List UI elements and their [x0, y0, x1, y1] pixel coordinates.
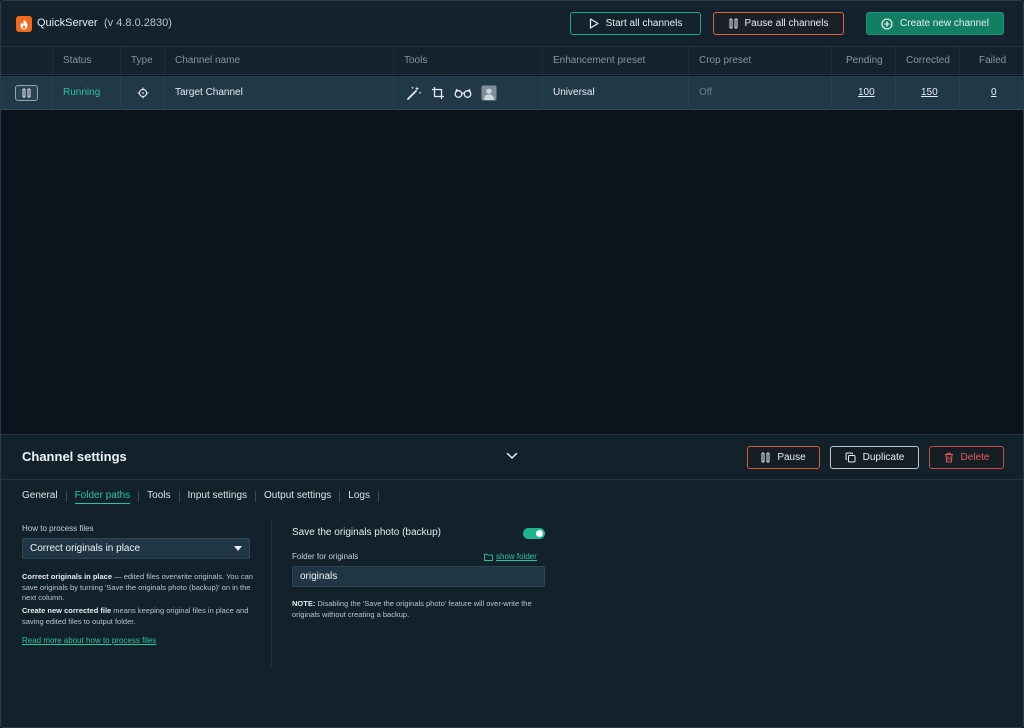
pause-all-label: Pause all channels [744, 18, 829, 29]
row-failed: 0 [959, 76, 1023, 110]
target-icon [137, 87, 148, 99]
row-type [120, 76, 164, 110]
pending-count-link[interactable]: 100 [858, 87, 875, 98]
app-logo-icon [16, 16, 32, 32]
tab-separator [377, 490, 379, 502]
row-crop-preset[interactable]: Off [688, 76, 831, 110]
row-channel-name: Target Channel [164, 76, 393, 110]
column-corrected[interactable]: Corrected [895, 47, 959, 75]
pause-icon [729, 18, 738, 29]
process-files-value: Correct originals in place [30, 543, 141, 554]
tab-general[interactable]: General [22, 488, 58, 504]
tab-separator [339, 490, 341, 502]
row-tools [393, 76, 542, 110]
app-version: (v 4.8.0.2830) [104, 17, 172, 29]
settings-divider [1, 479, 1023, 480]
duplicate-channel-button[interactable]: Duplicate [830, 446, 919, 469]
process-description-1: Correct originals in place — edited file… [22, 572, 254, 604]
top-bar: QuickServer (v 4.8.0.2830) Start all cha… [1, 1, 1023, 47]
column-enhancement-preset[interactable]: Enhancement preset [542, 47, 688, 75]
read-more-link[interactable]: Read more about how to process files [22, 636, 156, 645]
column-crop-preset[interactable]: Crop preset [688, 47, 831, 75]
tab-separator [65, 490, 67, 502]
column-tools[interactable]: Tools [393, 47, 542, 75]
row-pending: 100 [831, 76, 895, 110]
dropdown-arrow-icon [234, 546, 242, 551]
tab-separator [255, 490, 257, 502]
note-bold: NOTE: [292, 599, 316, 608]
delete-label: Delete [960, 452, 990, 463]
settings-tabs: General Folder paths Tools Input setting… [22, 488, 387, 504]
show-folder-label: show folder [496, 552, 537, 561]
copy-icon [845, 452, 856, 463]
duplicate-label: Duplicate [862, 452, 905, 463]
folder-originals-label: Folder for originals [292, 552, 359, 561]
table-row[interactable]: Running Target Channel Universal Off 100… [1, 76, 1023, 110]
create-new-label: Create new channel [900, 18, 989, 29]
note-rest: Disabling the 'Save the originals photo'… [292, 599, 532, 619]
tab-logs[interactable]: Logs [348, 488, 370, 504]
pause-channel-button[interactable]: Pause [747, 446, 820, 469]
process-files-select[interactable]: Correct originals in place [22, 538, 250, 559]
show-folder-link[interactable]: show folder [484, 552, 537, 561]
table-header: Status Type Channel name Tools Enhanceme… [1, 47, 1023, 75]
tab-tools[interactable]: Tools [147, 488, 170, 504]
backup-note: NOTE: Disabling the 'Save the originals … [292, 599, 552, 620]
play-icon [589, 18, 599, 29]
delete-channel-button[interactable]: Delete [929, 446, 1004, 469]
glasses-icon[interactable] [454, 87, 472, 99]
crop-icon[interactable] [431, 86, 445, 100]
corrected-count-link[interactable]: 150 [921, 87, 938, 98]
row-enhancement-preset[interactable]: Universal [542, 76, 688, 110]
create-new-channel-button[interactable]: Create new channel [866, 12, 1004, 35]
channel-settings-panel: Channel settings Pause Duplicate Delete … [1, 434, 1023, 727]
pause-label: Pause [777, 452, 806, 463]
start-all-label: Start all channels [605, 18, 683, 29]
process-files-label: How to process files [22, 524, 94, 533]
magic-wand-icon[interactable] [406, 85, 422, 101]
plus-circle-icon [881, 17, 893, 30]
folder-icon [484, 553, 493, 561]
tab-output-settings[interactable]: Output settings [264, 488, 331, 504]
tab-input-settings[interactable]: Input settings [188, 488, 247, 504]
column-channel-name[interactable]: Channel name [164, 47, 393, 75]
tab-separator [178, 490, 180, 502]
process-description-2: Create new corrected file means keeping … [22, 606, 254, 627]
row-corrected: 150 [895, 76, 959, 110]
row-pause-button[interactable] [15, 85, 38, 101]
pause-icon [761, 452, 770, 463]
settings-title: Channel settings [22, 449, 127, 464]
trash-icon [944, 452, 953, 463]
column-failed[interactable]: Failed [959, 47, 1023, 75]
column-divider [271, 519, 272, 667]
backup-toggle[interactable] [523, 528, 545, 539]
column-status[interactable]: Status [52, 47, 120, 75]
column-type[interactable]: Type [120, 47, 164, 75]
chevron-down-icon[interactable] [506, 452, 518, 460]
row-status: Running [52, 76, 120, 110]
pause-icon [22, 88, 31, 98]
desc2-bold: Create new corrected file [22, 606, 112, 615]
tab-folder-paths[interactable]: Folder paths [74, 488, 131, 504]
app-window: QuickServer (v 4.8.0.2830) Start all cha… [0, 0, 1024, 728]
failed-count-link[interactable]: 0 [991, 87, 997, 98]
portrait-icon[interactable] [481, 85, 497, 101]
desc1-bold: Correct originals in place [22, 572, 113, 581]
toggle-knob [536, 530, 543, 537]
column-pending[interactable]: Pending [831, 47, 895, 75]
pause-all-channels-button[interactable]: Pause all channels [713, 12, 844, 35]
channel-list-empty-area [1, 111, 1023, 434]
start-all-channels-button[interactable]: Start all channels [570, 12, 701, 35]
tab-separator [138, 490, 140, 502]
backup-toggle-label: Save the originals photo (backup) [292, 527, 441, 538]
folder-originals-input[interactable]: originals [292, 566, 545, 587]
app-name: QuickServer [37, 17, 98, 29]
